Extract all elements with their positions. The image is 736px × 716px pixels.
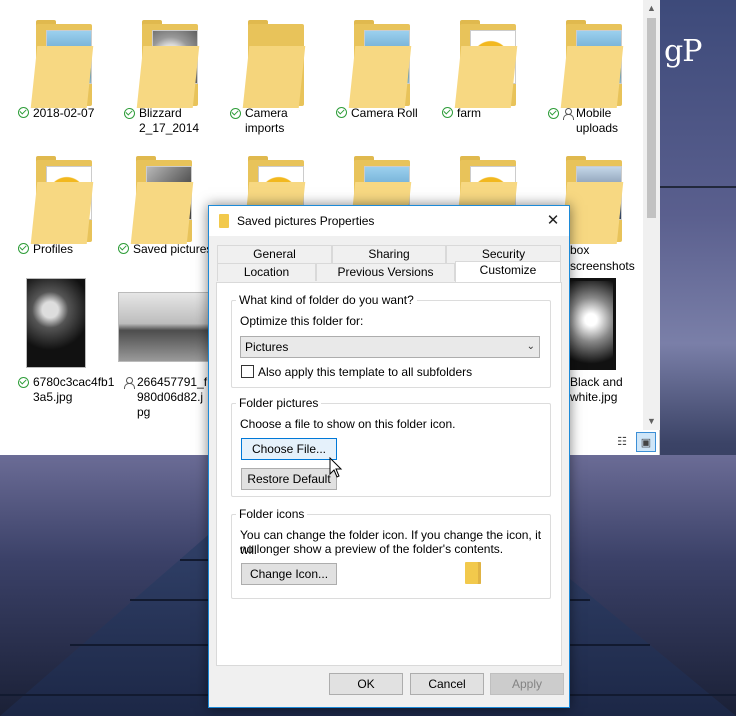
folder-item-selected[interactable]: Saved pictures <box>112 142 222 257</box>
tab-customize[interactable]: Customize <box>455 261 561 282</box>
folder-item[interactable]: Mobile uploads <box>542 6 642 136</box>
scrollbar-thumb[interactable] <box>647 18 656 218</box>
mouse-pointer-icon <box>329 457 343 478</box>
gp-logo: gP <box>664 34 702 69</box>
folder-item[interactable]: Camera Roll <box>330 6 430 121</box>
view-toggle: ☷ ▣ <box>612 432 658 452</box>
folder-icon <box>542 6 642 108</box>
group-label: Folder pictures <box>236 396 322 410</box>
dialog-title: Saved pictures Properties <box>237 214 375 228</box>
folder-icon <box>219 214 229 228</box>
customize-panel: What kind of folder do you want? Optimiz… <box>216 282 562 666</box>
item-label: Saved pictures <box>133 242 213 256</box>
folder-type-dropdown[interactable]: Pictures ⌄ <box>240 336 540 358</box>
sync-status-icon <box>336 107 347 118</box>
folder-icon <box>112 142 212 244</box>
chevron-down-icon: ⌄ <box>526 341 535 352</box>
cancel-button[interactable]: Cancel <box>410 673 484 695</box>
checkbox-label: Also apply this template to all subfolde… <box>258 365 473 379</box>
sync-status-icon <box>442 107 453 118</box>
choose-file-button[interactable]: Choose File... <box>241 438 337 460</box>
tab-sharing[interactable]: Sharing <box>332 245 446 263</box>
scroll-down-arrow-icon[interactable]: ▼ <box>643 413 660 430</box>
item-label: Blizzard 2_17_2014 <box>139 106 200 135</box>
item-label: farm <box>457 106 481 120</box>
sync-status-icon <box>18 243 29 254</box>
ok-button[interactable]: OK <box>329 673 403 695</box>
folder-icon <box>118 6 218 108</box>
item-label: box screenshots <box>570 243 635 273</box>
folder-item[interactable]: Profiles <box>12 142 112 257</box>
folder-icon <box>330 6 430 108</box>
folder-pictures-description: Choose a file to show on this folder ico… <box>240 417 456 431</box>
tab-general[interactable]: General <box>217 245 332 263</box>
change-icon-button[interactable]: Change Icon... <box>241 563 337 585</box>
folder-icon <box>12 6 112 108</box>
folder-preview-icon <box>465 562 481 584</box>
folder-icons-description-line2: no longer show a preview of the folder's… <box>240 542 504 556</box>
photo-thumbnail <box>26 278 86 368</box>
tab-previous-versions[interactable]: Previous Versions <box>316 263 455 281</box>
dropdown-value: Pictures <box>245 340 289 354</box>
restore-default-button[interactable]: Restore Default <box>241 468 337 490</box>
sync-status-icon <box>124 108 135 119</box>
apply-button[interactable]: Apply <box>490 673 564 695</box>
group-label: Folder icons <box>236 507 308 521</box>
dialog-title-bar: Saved pictures Properties ✕ <box>209 206 569 236</box>
folder-item[interactable]: Camera imports <box>224 6 324 136</box>
item-label: 266457791_f 980d06d82.j pg <box>137 375 208 419</box>
item-label: Mobile uploads <box>576 106 619 135</box>
item-label: Black and white.jpg <box>570 375 623 404</box>
close-icon[interactable]: ✕ <box>539 209 567 233</box>
photo-thumbnail <box>118 292 210 362</box>
large-icons-view-icon[interactable]: ▣ <box>636 432 656 452</box>
folder-item[interactable]: 2018-02-07 <box>12 6 112 121</box>
item-label: 2018-02-07 <box>33 106 95 120</box>
explorer-scrollbar[interactable]: ▲ ▼ <box>643 0 660 430</box>
tab-location[interactable]: Location <box>217 263 316 281</box>
shared-person-icon <box>124 377 135 389</box>
background-frame <box>658 0 736 188</box>
photo-thumbnail <box>566 278 616 370</box>
sync-status-icon <box>18 377 29 388</box>
item-label: Camera Roll <box>351 106 418 120</box>
sync-status-icon <box>548 108 559 119</box>
properties-dialog: Saved pictures Properties ✕ General Shar… <box>208 205 570 708</box>
item-label: 6780c3cac4fb1 3a5.jpg <box>33 375 115 404</box>
scroll-up-arrow-icon[interactable]: ▲ <box>643 0 660 17</box>
sync-status-icon <box>18 107 29 118</box>
details-view-icon[interactable]: ☷ <box>612 432 632 452</box>
item-label: Camera imports <box>245 106 288 135</box>
sync-status-icon <box>230 108 241 119</box>
group-label: What kind of folder do you want? <box>236 293 417 307</box>
folder-item[interactable]: Blizzard 2_17_2014 <box>118 6 218 136</box>
folder-icon <box>12 142 112 244</box>
optimize-label: Optimize this folder for: <box>240 314 364 328</box>
item-label: Profiles <box>33 242 74 256</box>
folder-icon <box>224 6 324 108</box>
folder-icon <box>436 6 536 108</box>
shared-person-icon <box>563 108 574 120</box>
sync-status-icon <box>118 243 129 254</box>
subfolders-checkbox[interactable] <box>241 365 254 378</box>
folder-item[interactable]: farm <box>436 6 536 121</box>
